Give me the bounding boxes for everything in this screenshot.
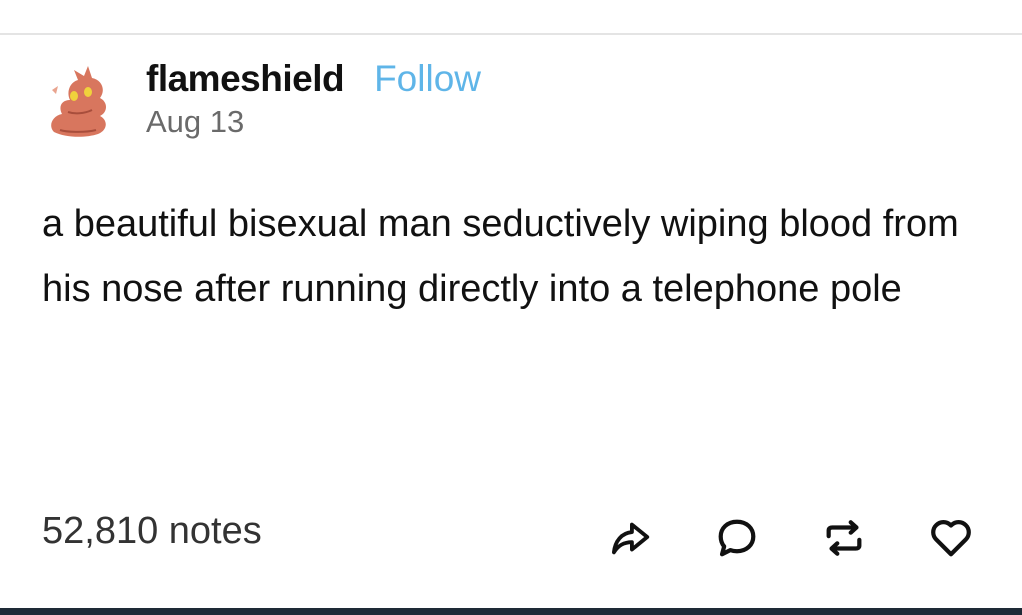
reply-button[interactable]: [711, 512, 763, 564]
share-button[interactable]: [604, 512, 656, 564]
bottom-bar: [0, 608, 1022, 615]
avatar-image: [51, 66, 106, 137]
post-header: flameshield Follow Aug 13: [146, 58, 481, 140]
like-button[interactable]: [925, 512, 977, 564]
post-actions: [604, 512, 977, 564]
username[interactable]: flameshield: [146, 58, 345, 100]
heart-icon: [931, 520, 971, 557]
post-body: a beautiful bisexual man seductively wip…: [42, 203, 959, 310]
header-row: flameshield Follow: [146, 58, 481, 100]
post-date[interactable]: Aug 13: [146, 104, 481, 140]
notes-count[interactable]: 52,810 notes: [42, 510, 262, 553]
reblog-button[interactable]: [818, 512, 870, 564]
avatar[interactable]: [44, 60, 112, 140]
share-icon: [611, 522, 650, 555]
follow-button[interactable]: Follow: [374, 58, 481, 100]
reblog-icon: [826, 520, 862, 556]
reply-icon: [718, 519, 756, 557]
top-divider: [0, 33, 1022, 35]
